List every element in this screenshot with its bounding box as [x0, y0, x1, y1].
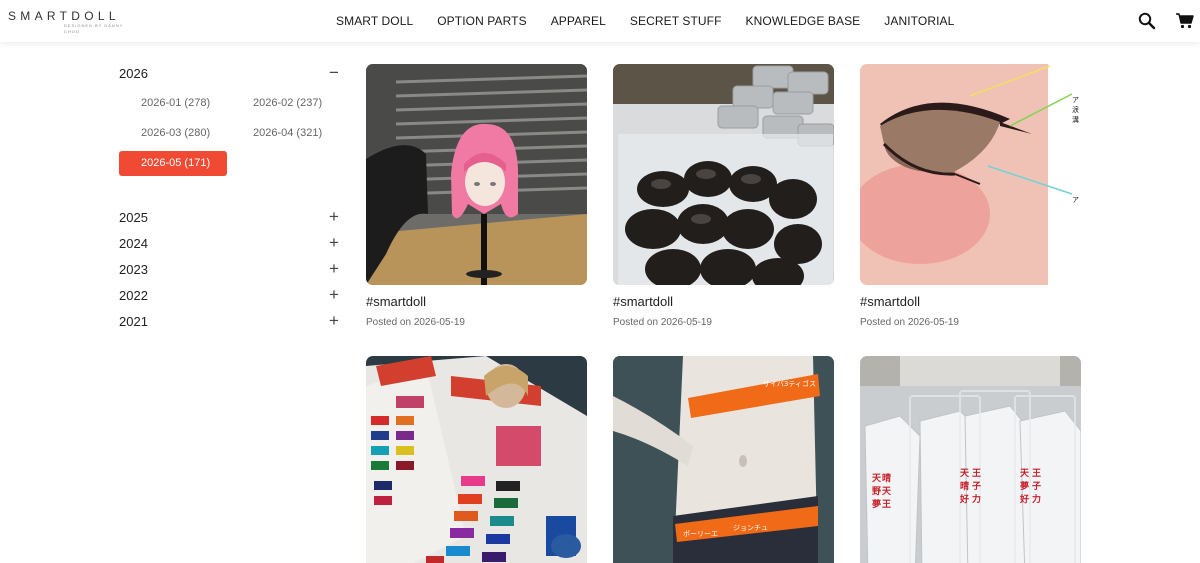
nav-knowledge-base[interactable]: KNOWLEDGE BASE — [746, 14, 861, 28]
collapse-icon[interactable]: − — [327, 62, 341, 84]
svg-text:子: 子 — [1032, 481, 1041, 492]
svg-text:力: 力 — [1032, 493, 1041, 505]
svg-text:天: 天 — [960, 468, 970, 479]
post-card[interactable]: #smartdoll Posted on 2026-05-19 — [366, 64, 588, 328]
svg-text:王: 王 — [1032, 468, 1041, 479]
nav-smart-doll[interactable]: SMART DOLL — [336, 14, 413, 28]
month-2026-02[interactable]: 2026-02 (237) — [231, 91, 339, 116]
year-2026[interactable]: 2026 − — [119, 62, 341, 88]
svg-text:野: 野 — [872, 486, 881, 497]
site-header: SMARTDOLL DESIGNED BY DANNY CHOO SMART D… — [0, 0, 1200, 42]
post-card[interactable] — [366, 356, 588, 563]
svg-text:子: 子 — [972, 481, 981, 492]
svg-text:好: 好 — [959, 493, 969, 505]
post-image-dark-wigs-in-box[interactable] — [613, 64, 834, 285]
year-label: 2024 — [119, 236, 148, 251]
year-2022[interactable]: 2022 + — [119, 284, 341, 310]
svg-text:好: 好 — [1019, 493, 1029, 505]
month-2026-04[interactable]: 2026-04 (321) — [231, 121, 339, 146]
year-label: 2025 — [119, 210, 148, 225]
cart-icon[interactable] — [1175, 11, 1195, 31]
year-label: 2022 — [119, 288, 148, 303]
year-2023[interactable]: 2023 + — [119, 258, 341, 284]
year-label: 2021 — [119, 314, 148, 329]
nav-janitorial[interactable]: JANITORIAL — [884, 14, 954, 28]
expand-icon[interactable]: + — [327, 310, 341, 332]
svg-text:涙: 涙 — [1072, 105, 1079, 114]
post-card[interactable]: #smartdoll Posted on 2026-05-19 — [613, 64, 835, 328]
svg-text:ア: ア — [1072, 96, 1079, 104]
year-2025[interactable]: 2025 + — [119, 206, 341, 232]
month-2026-01[interactable]: 2026-01 (278) — [119, 91, 227, 116]
post-image-pink-wig-doll-head[interactable] — [366, 64, 587, 285]
svg-text:天: 天 — [872, 473, 882, 484]
post-date: Posted on 2026-05-19 — [613, 317, 712, 328]
nav-option-parts[interactable]: OPTION PARTS — [437, 14, 526, 28]
logo-text: SMARTDOLL — [8, 9, 120, 23]
svg-text:夢: 夢 — [1020, 480, 1029, 492]
month-2026-05[interactable]: 2026-05 (171) — [119, 151, 227, 176]
year-2021[interactable]: 2021 + — [119, 310, 341, 336]
month-2026-03[interactable]: 2026-03 (280) — [119, 121, 227, 146]
post-card[interactable]: ア涙溝 ア #smartdoll Posted on 2026-05-19 — [860, 64, 1082, 328]
svg-text:ジョンチュ: ジョンチュ — [733, 524, 768, 532]
svg-text:天: 天 — [882, 486, 892, 497]
svg-text:晴: 晴 — [882, 472, 891, 484]
nav-secret-stuff[interactable]: SECRET STUFF — [630, 14, 722, 28]
svg-text:王: 王 — [882, 499, 891, 510]
post-image-eye-makeup-diagram[interactable]: ア涙溝 ア — [860, 64, 1081, 285]
post-date: Posted on 2026-05-19 — [860, 317, 959, 328]
site-logo[interactable]: SMARTDOLL DESIGNED BY DANNY CHOO — [8, 9, 138, 35]
logo-tagline: DESIGNED BY DANNY CHOO — [64, 23, 124, 34]
year-2024[interactable]: 2024 + — [119, 232, 341, 258]
post-date: Posted on 2026-05-19 — [366, 317, 465, 328]
svg-text:王: 王 — [972, 468, 981, 479]
archive-sidebar: 2026 − 2026-01 (278) 2026-02 (237) 2026-… — [119, 62, 344, 336]
expand-icon[interactable]: + — [327, 258, 341, 280]
post-card[interactable]: 天野夢 晴天王 天晴好 王子力 天夢好 王子力 — [860, 356, 1082, 563]
post-title[interactable]: #smartdoll — [613, 294, 835, 309]
post-image-fabric-color-swatches[interactable] — [366, 356, 587, 563]
main-nav: SMART DOLL OPTION PARTS APPAREL SECRET S… — [324, 0, 966, 42]
svg-text:ポーリーエ: ポーリーエ — [683, 530, 718, 538]
svg-text:力: 力 — [972, 493, 981, 505]
svg-text:天: 天 — [1020, 468, 1030, 479]
year-label: 2023 — [119, 262, 148, 277]
svg-text:サイバ3ティゴス: サイバ3ティゴス — [763, 379, 816, 388]
svg-text:ア: ア — [1072, 196, 1079, 204]
expand-icon[interactable]: + — [327, 206, 341, 228]
expand-icon[interactable]: + — [327, 232, 341, 254]
post-title[interactable]: #smartdoll — [860, 294, 1082, 309]
year-label: 2026 — [119, 66, 148, 81]
post-image-doll-torso-with-band[interactable]: サイバ3ティゴス ポーリーエ ジョンチュ — [613, 356, 834, 563]
post-card[interactable]: サイバ3ティゴス ポーリーエ ジョンチュ — [613, 356, 835, 563]
nav-apparel[interactable]: APPAREL — [551, 14, 606, 28]
svg-text:晴: 晴 — [960, 480, 969, 492]
svg-text:夢: 夢 — [872, 498, 881, 510]
search-icon[interactable] — [1137, 11, 1157, 31]
post-image-shirts-in-bags[interactable]: 天野夢 晴天王 天晴好 王子力 天夢好 王子力 — [860, 356, 1081, 563]
post-title[interactable]: #smartdoll — [366, 294, 588, 309]
svg-text:溝: 溝 — [1072, 115, 1079, 124]
expand-icon[interactable]: + — [327, 284, 341, 306]
month-list: 2026-01 (278) 2026-02 (237) 2026-03 (280… — [119, 88, 344, 206]
